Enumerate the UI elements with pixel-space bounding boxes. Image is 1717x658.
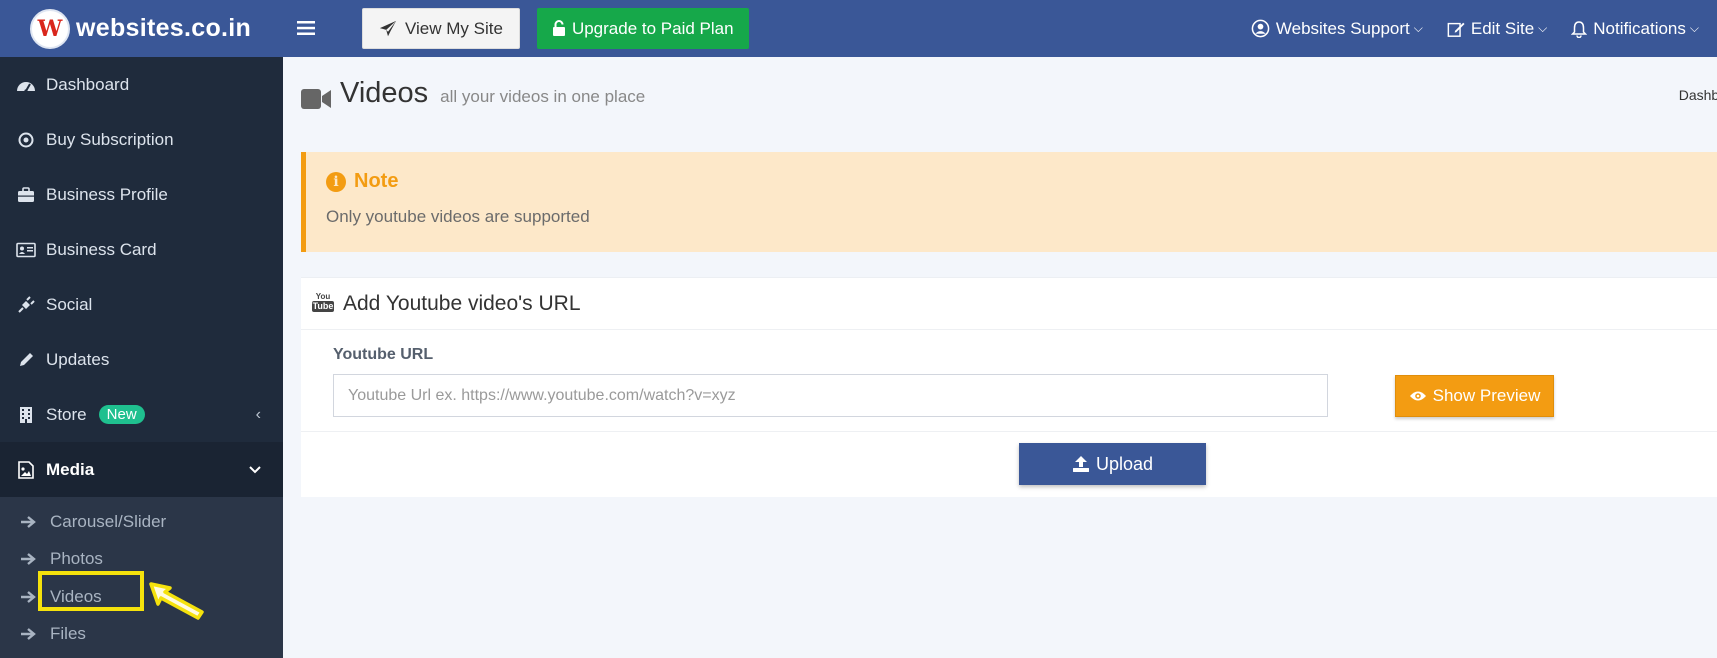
image-icon [16, 460, 36, 480]
sidebar-item-label: Store [46, 404, 87, 424]
sidebar-item-label: Dashboard [46, 74, 130, 94]
pencil-icon [16, 350, 36, 370]
top-navbar: W websites.co.in View My Site Upgrade to… [0, 0, 1717, 57]
submenu-item-label: Files [50, 624, 86, 644]
sidebar-item-label: Buy Subscription [46, 129, 174, 149]
sidebar-item-store[interactable]: Store New ‹ [0, 387, 283, 442]
sidebar-item-media[interactable]: Media [0, 442, 283, 497]
breadcrumb[interactable]: Dashbo [1679, 87, 1717, 103]
view-my-site-button[interactable]: View My Site [362, 8, 520, 49]
view-my-site-label: View My Site [405, 18, 503, 38]
video-camera-icon [301, 88, 332, 110]
sidebar-item-label: Media [46, 459, 95, 479]
edit-site-menu[interactable]: Edit Site ⌵ [1447, 19, 1547, 39]
edit-site-label: Edit Site [1470, 18, 1535, 38]
page-header: Videos all your videos in one place [301, 77, 645, 110]
chevron-down-icon: ⌵ [1538, 21, 1548, 35]
submenu-item-label: Carousel/Slider [50, 511, 167, 531]
sidebar: Dashboard Buy Subscription Business Prof… [0, 57, 283, 658]
submenu-item-label: Photos [50, 549, 103, 569]
show-preview-label: Show Preview [1432, 386, 1541, 405]
new-badge: New [98, 405, 145, 424]
sidebar-item-label: Updates [46, 349, 110, 369]
add-video-card: You Tube Add Youtube video's URL Youtube… [301, 277, 1717, 497]
sidebar-item-label: Social [46, 294, 93, 314]
arrow-right-icon [20, 590, 38, 604]
chevron-down-icon: ⌵ [1689, 21, 1699, 35]
eye-icon [1409, 391, 1426, 401]
card-header: You Tube Add Youtube video's URL [301, 278, 1717, 330]
upgrade-plan-label: Upgrade to Paid Plan [571, 18, 734, 38]
building-icon [16, 405, 36, 425]
paper-plane-icon [379, 20, 397, 36]
info-circle-icon: i [326, 171, 346, 192]
pointer-arrow-icon [149, 582, 204, 620]
sidebar-item-updates[interactable]: Updates [0, 332, 283, 387]
target-icon [16, 130, 36, 150]
notifications-menu[interactable]: Notifications ⌵ [1571, 19, 1699, 39]
brand-logo: W [30, 8, 70, 49]
websites-support-label: Websites Support [1275, 18, 1410, 38]
sidebar-item-business-profile[interactable]: Business Profile [0, 167, 283, 222]
youtube-url-label: Youtube URL [333, 346, 434, 363]
bell-icon [1571, 20, 1588, 38]
page-title: Videos [340, 77, 429, 109]
sidebar-item-social[interactable]: Social [0, 277, 283, 332]
youtube-url-input[interactable] [333, 374, 1328, 417]
card-title: Add Youtube video's URL [343, 291, 581, 315]
show-preview-button[interactable]: Show Preview [1395, 375, 1554, 417]
note-title: Note [354, 170, 399, 192]
websites-support-menu[interactable]: Websites Support ⌵ [1251, 19, 1423, 39]
sidebar-item-label: Business Card [46, 239, 157, 259]
plug-icon [16, 295, 36, 315]
chevron-down-icon [249, 461, 261, 479]
note-header: i Note [326, 170, 1711, 193]
upload-label: Upload [1095, 453, 1154, 474]
card-divider [301, 431, 1717, 432]
notifications-label: Notifications [1593, 18, 1686, 38]
upload-button[interactable]: Upload [1019, 443, 1206, 485]
videos-highlight-box [38, 571, 144, 611]
note-callout: i Note Only youtube videos are supported [301, 152, 1717, 252]
sidebar-item-label: Business Profile [46, 184, 168, 204]
sidebar-item-dashboard[interactable]: Dashboard [0, 57, 283, 112]
upgrade-plan-button[interactable]: Upgrade to Paid Plan [536, 8, 749, 49]
submenu-item-files[interactable]: Files [0, 616, 283, 654]
sidebar-item-buy-subscription[interactable]: Buy Subscription [0, 112, 283, 167]
arrow-right-icon [20, 552, 38, 566]
page-subtitle: all your videos in one place [440, 87, 646, 106]
briefcase-icon [16, 185, 36, 205]
id-card-icon [16, 240, 36, 260]
user-circle-icon [1251, 19, 1270, 38]
arrow-right-icon [20, 627, 38, 641]
submenu-item-carousel-slider[interactable]: Carousel/Slider [0, 503, 283, 541]
brand-name: websites.co.in [76, 14, 252, 42]
brand[interactable]: W websites.co.in [0, 0, 283, 57]
hamburger-menu-icon[interactable] [297, 16, 347, 42]
main-content: Videos all your videos in one place Dash… [283, 57, 1717, 658]
chevron-left-icon: ‹ [255, 405, 261, 423]
dashboard-icon [16, 75, 36, 95]
arrow-right-icon [20, 515, 38, 529]
chevron-down-icon: ⌵ [1413, 21, 1423, 35]
sidebar-item-business-card[interactable]: Business Card [0, 222, 283, 277]
note-text: Only youtube videos are supported [326, 207, 590, 226]
unlock-icon [552, 20, 565, 36]
edit-icon [1447, 22, 1465, 37]
upload-icon [1072, 456, 1089, 472]
youtube-icon: You Tube [311, 291, 335, 312]
